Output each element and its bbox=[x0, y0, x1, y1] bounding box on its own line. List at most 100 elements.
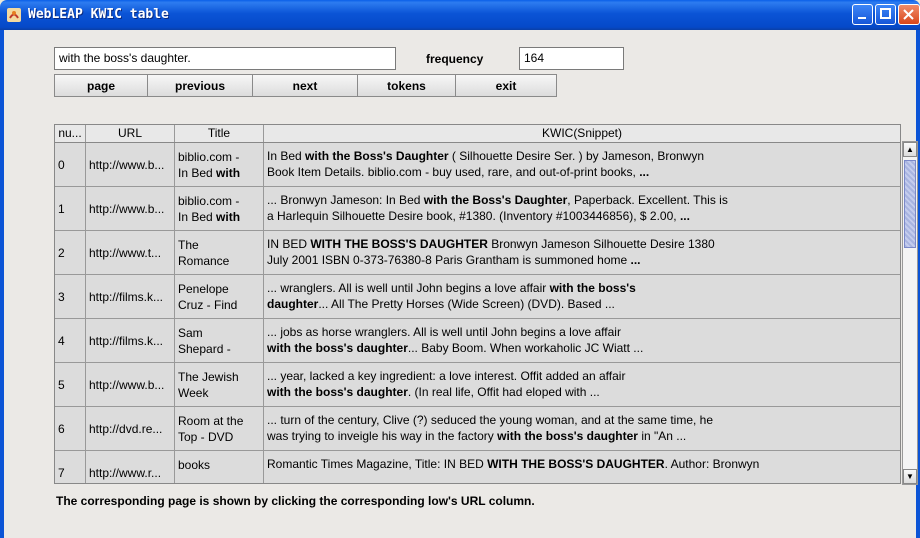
header-kwic[interactable]: KWIC(Snippet) bbox=[264, 125, 900, 142]
row-num: 5 bbox=[55, 363, 86, 406]
row-url[interactable]: http://www.b... bbox=[86, 187, 175, 230]
row-num-text: 4 bbox=[58, 334, 65, 348]
close-button[interactable] bbox=[898, 4, 920, 25]
java-app-icon bbox=[7, 8, 21, 22]
kwic-line1-keyword: WITH THE BOSS'S DAUGHTER bbox=[487, 457, 665, 471]
row-num-text: 5 bbox=[58, 378, 65, 392]
row-title-line2: Top - DVD bbox=[178, 430, 234, 444]
header-title[interactable]: Title bbox=[175, 125, 264, 142]
title-bar[interactable]: WebLEAP KWIC table bbox=[0, 0, 920, 30]
kwic-line1-pre: ... jobs as horse wranglers. All is well… bbox=[267, 325, 621, 339]
row-url-text[interactable]: http://www.b... bbox=[89, 378, 164, 392]
table-row[interactable]: 2 http://www.t... The Romance IN BED WITH TH… bbox=[55, 231, 900, 275]
kwic-line1-post: , Paperback. Excellent. This is bbox=[567, 193, 728, 207]
row-url-text[interactable]: http://www.t... bbox=[89, 246, 161, 260]
row-url[interactable]: http://www.r... bbox=[86, 451, 175, 483]
table-row[interactable]: 7 http://www.r... books Romantic Times Maga… bbox=[55, 451, 900, 483]
row-title-line2: In Bed bbox=[178, 166, 217, 180]
table-row[interactable]: 4 http://films.k... Sam Shepard - ... jobs a… bbox=[55, 319, 900, 363]
row-url[interactable]: http://www.b... bbox=[86, 363, 175, 406]
table-header: nu... URL Title KWIC(Snippet) bbox=[55, 125, 900, 143]
kwic-line2-pre: July 2001 ISBN 0-373-76380-8 Paris Grant… bbox=[267, 253, 631, 267]
row-title: Room at the Top - DVD bbox=[175, 407, 264, 450]
row-kwic: Romantic Times Magazine, Title: IN BED W… bbox=[264, 451, 900, 483]
kwic-line2-pre: Book Item Details. biblio.com - buy used… bbox=[267, 165, 640, 179]
table-row[interactable]: 5 http://www.b... The Jewish Week ... year, … bbox=[55, 363, 900, 407]
row-title: The Jewish Week bbox=[175, 363, 264, 406]
maximize-button[interactable] bbox=[875, 4, 896, 25]
row-num: 7 bbox=[55, 451, 86, 483]
table-row[interactable]: 1 http://www.b... biblio.com - In Bed with.… bbox=[55, 187, 900, 231]
minimize-icon bbox=[858, 17, 866, 19]
row-url[interactable]: http://films.k... bbox=[86, 275, 175, 318]
row-title: books bbox=[175, 451, 264, 483]
scroll-thumb[interactable] bbox=[904, 160, 916, 248]
row-title-line2: Shepard - bbox=[178, 342, 231, 356]
row-title-line2-bold: with bbox=[216, 210, 241, 224]
row-num-text: 0 bbox=[58, 158, 65, 172]
kwic-line2-post: . (In real life, Offit had eloped with .… bbox=[407, 385, 600, 399]
row-num-text: 3 bbox=[58, 290, 65, 304]
kwic-line2-keyword: ... bbox=[679, 209, 690, 223]
row-title-line2: Week bbox=[178, 386, 209, 400]
row-num-text: 6 bbox=[58, 422, 65, 436]
kwic-line2-post: in "An ... bbox=[637, 429, 687, 443]
header-num[interactable]: nu... bbox=[55, 125, 86, 142]
kwic-line1-keyword: with the boss's bbox=[549, 281, 636, 295]
row-title-line1: biblio.com - bbox=[178, 150, 240, 164]
kwic-line1-pre: Romantic Times Magazine, Title: IN BED bbox=[267, 457, 488, 471]
row-kwic: ... Bronwyn Jameson: In Bed with the Bos… bbox=[264, 187, 900, 230]
table-row[interactable]: 3 http://films.k... Penelope Cruz - Find...… bbox=[55, 275, 900, 319]
page-button[interactable]: page bbox=[54, 74, 148, 97]
row-url[interactable]: http://dvd.re... bbox=[86, 407, 175, 450]
row-url-text[interactable]: http://films.k... bbox=[89, 290, 163, 304]
row-url[interactable]: http://www.t... bbox=[86, 231, 175, 274]
kwic-line1-keyword: with the Boss's Daughter bbox=[305, 149, 449, 163]
vertical-scrollbar[interactable]: ▲ ▼ bbox=[902, 141, 918, 485]
search-input[interactable]: with the boss's daughter. bbox=[54, 47, 396, 70]
row-url-text[interactable]: http://dvd.re... bbox=[89, 422, 162, 436]
row-title: biblio.com - In Bed with bbox=[175, 143, 264, 186]
next-button[interactable]: next bbox=[252, 74, 358, 97]
kwic-line2-keyword: with the boss's daughter bbox=[497, 429, 638, 443]
row-title-line1: biblio.com - bbox=[178, 194, 240, 208]
frequency-field[interactable]: 164 bbox=[519, 47, 624, 70]
row-num: 2 bbox=[55, 231, 86, 274]
row-url-text[interactable]: http://www.b... bbox=[89, 202, 164, 216]
kwic-line1-keyword: with the Boss's Daughter bbox=[423, 193, 568, 207]
tokens-button[interactable]: tokens bbox=[357, 74, 456, 97]
row-title-line1: The Jewish bbox=[178, 370, 239, 384]
table-row[interactable]: 0 http://www.b... biblio.com - In Bed with I… bbox=[55, 143, 900, 187]
window-title: WebLEAP KWIC table bbox=[28, 7, 169, 22]
exit-button[interactable]: exit bbox=[455, 74, 557, 97]
kwic-line2-pre: was trying to inveigle his way in the fa… bbox=[267, 429, 498, 443]
row-kwic: IN BED WITH THE BOSS'S DAUGHTER Bronwyn … bbox=[264, 231, 900, 274]
scroll-up-arrow-icon[interactable]: ▲ bbox=[903, 142, 917, 157]
kwic-table: nu... URL Title KWIC(Snippet) 0 http://ww… bbox=[54, 124, 901, 484]
row-url-text[interactable]: http://films.k... bbox=[89, 334, 163, 348]
row-title-line1: Penelope bbox=[178, 282, 229, 296]
maximize-icon bbox=[880, 8, 891, 19]
row-url[interactable]: http://films.k... bbox=[86, 319, 175, 362]
row-num: 0 bbox=[55, 143, 86, 186]
kwic-line1-pre: ... turn of the century, Clive (?) seduc… bbox=[267, 413, 714, 427]
row-title: biblio.com - In Bed with bbox=[175, 187, 264, 230]
row-kwic: ... year, lacked a key ingredient: a lov… bbox=[264, 363, 900, 406]
minimize-button[interactable] bbox=[852, 4, 873, 25]
row-title-line2: In Bed bbox=[178, 210, 217, 224]
kwic-line2-keyword: daughter bbox=[267, 297, 319, 311]
row-url-text[interactable]: http://www.b... bbox=[89, 158, 164, 172]
row-num: 3 bbox=[55, 275, 86, 318]
row-url[interactable]: http://www.b... bbox=[86, 143, 175, 186]
kwic-line1-pre: In Bed bbox=[267, 149, 306, 163]
kwic-line2-keyword: ... bbox=[639, 165, 650, 179]
previous-button[interactable]: previous bbox=[147, 74, 253, 97]
kwic-line1-pre: ... Bronwyn Jameson: In Bed bbox=[267, 193, 424, 207]
header-url[interactable]: URL bbox=[86, 125, 175, 142]
scroll-down-arrow-icon[interactable]: ▼ bbox=[903, 469, 917, 484]
row-url-text[interactable]: http://www.r... bbox=[89, 466, 161, 480]
kwic-line1-post: Bronwyn Jameson Silhouette Desire 1380 bbox=[487, 237, 715, 251]
table-row[interactable]: 6 http://dvd.re... Room at the Top - DVD...… bbox=[55, 407, 900, 451]
row-num-text: 2 bbox=[58, 246, 65, 260]
kwic-line2-post: ... All The Pretty Horses (Wide Screen) … bbox=[318, 297, 615, 311]
